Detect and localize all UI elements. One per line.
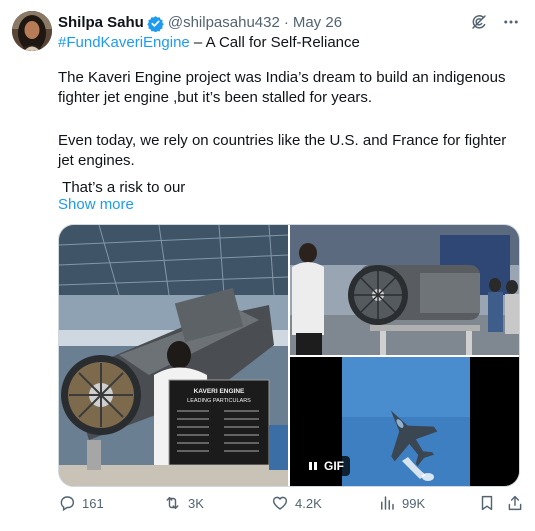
author-name[interactable]: Shilpa Sahu <box>58 13 144 33</box>
top-actions <box>469 12 521 32</box>
retweet-icon <box>166 497 179 509</box>
like-count: 4.2K <box>295 495 322 511</box>
tweet-paragraph-1: The Kaveri Engine project was India’s dr… <box>58 69 510 106</box>
reply-icon <box>60 496 75 512</box>
media-image-engine-display[interactable] <box>290 225 519 355</box>
like-button[interactable]: 4.2K <box>271 494 322 512</box>
headline-text: – A Call for Self-Reliance <box>189 34 360 51</box>
verified-badge-icon <box>147 15 164 32</box>
placard-subtitle: LEADING PARTICULARS <box>187 398 251 404</box>
tweet-paragraph-2: Even today, we rely on countries like th… <box>58 132 511 169</box>
pause-icon <box>309 462 317 470</box>
tweet-card[interactable]: Shilpa Sahu @shilpasahu432 · May 26 #Fun… <box>0 0 535 531</box>
media-image-engine-exhibit[interactable]: KAVERI ENGINE LEADING PARTICULARS <box>59 225 288 486</box>
views-chart-icon <box>381 496 394 510</box>
reply-count: 161 <box>82 495 104 511</box>
gif-badge[interactable]: GIF <box>302 456 350 476</box>
media-grid: KAVERI ENGINE LEADING PARTICULARS GIF <box>58 224 520 487</box>
tweet-headline: #FundKaveriEngine – A Call for Self-Reli… <box>58 33 360 53</box>
views-count: 99K <box>402 495 426 511</box>
placard-title: KAVERI ENGINE <box>194 388 245 395</box>
show-more-link[interactable]: Show more <box>58 195 134 215</box>
reply-button[interactable]: 161 <box>58 494 104 512</box>
share-button[interactable] <box>506 494 524 512</box>
gif-label: GIF <box>324 459 344 473</box>
views-button[interactable]: 99K <box>378 494 425 512</box>
retweet-count: 3K <box>188 495 204 511</box>
avatar-image <box>12 11 52 51</box>
tweet-header: Shilpa Sahu @shilpasahu432 · May 26 <box>58 12 342 34</box>
more-options-icon[interactable] <box>501 12 521 32</box>
author-handle[interactable]: @shilpasahu432 <box>168 13 280 33</box>
heart-icon <box>272 496 288 510</box>
action-bar: 161 3K 4.2K 99K <box>58 494 522 516</box>
tweet-date[interactable]: May 26 <box>293 13 342 33</box>
bookmark-icon <box>481 495 493 511</box>
share-icon <box>508 495 522 511</box>
hashtag-link[interactable]: #FundKaveriEngine <box>58 34 190 51</box>
avatar[interactable] <box>12 11 52 51</box>
separator-dot: · <box>283 14 289 31</box>
media-gif-fighter-jet[interactable]: GIF <box>290 357 519 486</box>
grok-icon[interactable] <box>469 12 489 32</box>
bookmark-button[interactable] <box>478 494 496 512</box>
retweet-button[interactable]: 3K <box>163 494 204 512</box>
